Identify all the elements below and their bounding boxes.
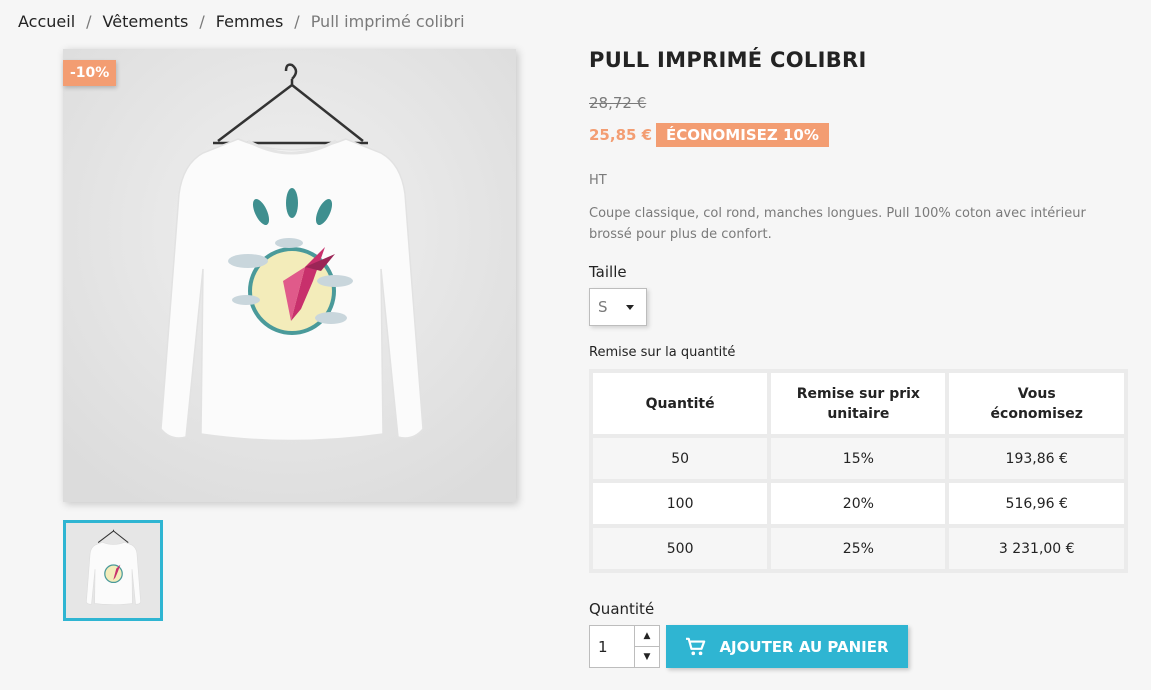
size-selected-value: S [598, 298, 608, 316]
breadcrumb-separator: / [199, 12, 205, 31]
table-cell: 20% [771, 483, 946, 524]
column-header: Vous économisez [949, 373, 1124, 434]
size-label: Taille [589, 263, 627, 281]
tax-label: HT [589, 173, 607, 188]
sweater-illustration [63, 49, 516, 502]
shopping-cart-icon [686, 637, 706, 655]
breadcrumb-women[interactable]: Femmes [216, 12, 284, 31]
quantity-stepper[interactable]: 1 ▲ ▼ [589, 625, 660, 668]
current-price: 25,85 € [589, 126, 653, 144]
quantity-label: Quantité [589, 600, 655, 618]
discount-flag: -10% [63, 60, 117, 86]
quantity-input[interactable]: 1 [590, 626, 635, 667]
table-cell: 3 231,00 € [949, 528, 1124, 569]
chevron-down-icon[interactable]: ▼ [635, 647, 659, 667]
table-cell: 500 [593, 528, 768, 569]
table-cell: 516,96 € [949, 483, 1124, 524]
breadcrumb-separator: / [86, 12, 92, 31]
column-header: Quantité [593, 373, 768, 434]
add-to-cart-button[interactable]: AJOUTER AU PANIER [666, 625, 908, 668]
column-header: Remise sur prix unitaire [771, 373, 946, 434]
table-cell: 25% [771, 528, 946, 569]
table-cell: 50 [593, 438, 768, 479]
breadcrumb: Accueil / Vêtements / Femmes / Pull impr… [18, 12, 465, 31]
product-title: PULL IMPRIMÉ COLIBRI [589, 48, 867, 72]
table-row: 100 20% 516,96 € [593, 483, 1124, 524]
regular-price: 28,72 € [589, 94, 647, 112]
table-cell: 100 [593, 483, 768, 524]
breadcrumb-separator: / [294, 12, 300, 31]
table-row: 50 15% 193,86 € [593, 438, 1124, 479]
sweater-thumbnail-illustration [66, 523, 160, 618]
size-select[interactable]: S [589, 288, 647, 326]
discount-badge: ÉCONOMISEZ 10% [656, 123, 829, 147]
table-cell: 193,86 € [949, 438, 1124, 479]
product-description: Coupe classique, col rond, manches longu… [589, 206, 1086, 242]
product-main-image[interactable] [63, 49, 516, 502]
breadcrumb-home[interactable]: Accueil [18, 12, 75, 31]
caret-down-icon [626, 305, 634, 310]
table-cell: 15% [771, 438, 946, 479]
table-row: 500 25% 3 231,00 € [593, 528, 1124, 569]
breadcrumb-current: Pull imprimé colibri [310, 12, 465, 31]
add-to-cart-label: AJOUTER AU PANIER [719, 637, 889, 656]
product-thumbnail[interactable] [63, 520, 163, 621]
breadcrumb-clothing[interactable]: Vêtements [103, 12, 189, 31]
quantity-discount-label: Remise sur la quantité [589, 345, 736, 360]
chevron-up-icon[interactable]: ▲ [635, 626, 659, 647]
quantity-spinner: ▲ ▼ [635, 626, 659, 667]
quantity-discount-table: Quantité Remise sur prix unitaire Vous é… [589, 369, 1128, 573]
